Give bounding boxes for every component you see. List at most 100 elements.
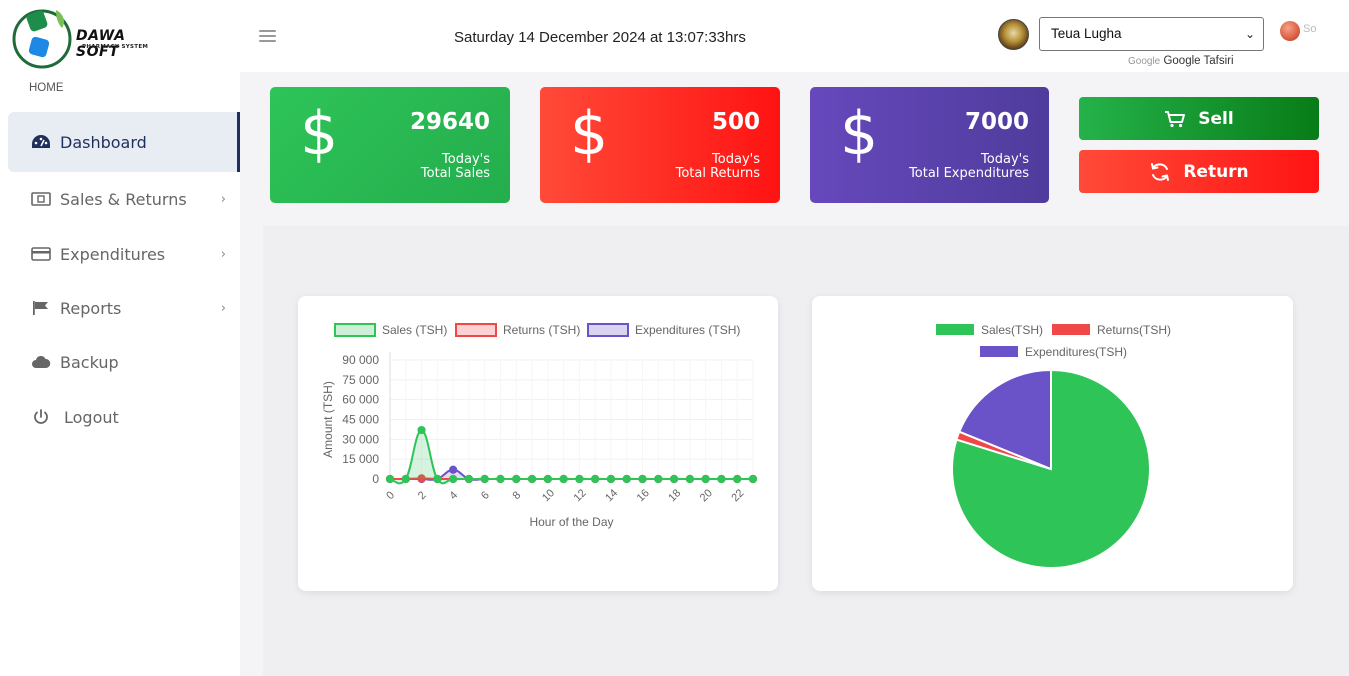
sidebar-item-backup[interactable]: Backup bbox=[8, 332, 240, 392]
data-point bbox=[748, 474, 758, 484]
card-label: Today's Total Sales bbox=[420, 152, 490, 181]
data-point bbox=[733, 474, 742, 484]
language-flag-icon[interactable] bbox=[1280, 21, 1300, 41]
sidebar-item-label: Sales & Returns bbox=[60, 189, 187, 209]
hourly-chart-panel: Sales (TSH) Returns (TSH) Expenditures (TS… bbox=[298, 296, 778, 591]
legend-swatch bbox=[936, 324, 974, 335]
sidebar-item-label: Reports bbox=[60, 298, 122, 318]
y-axis-title: Amount (TSH) bbox=[321, 381, 335, 458]
legend-label: Expenditures(TSH) bbox=[1025, 345, 1127, 359]
card-total-expenditures: $ 7000 Today's Total Expenditures bbox=[810, 87, 1049, 203]
data-point bbox=[480, 474, 489, 484]
sidebar-item-sales-returns[interactable]: Sales & Returns › bbox=[8, 169, 240, 229]
hourly-line-chart: Sales (TSH) Returns (TSH) Expenditures (TS… bbox=[321, 323, 758, 529]
y-tick-label: 90 000 bbox=[342, 353, 379, 367]
chevron-down-icon: ⌄ bbox=[1244, 27, 1255, 41]
legend-label: Sales(TSH) bbox=[981, 323, 1043, 337]
dashboard-icon bbox=[30, 133, 52, 151]
data-point bbox=[496, 474, 505, 484]
legend-swatch bbox=[587, 323, 629, 337]
data-point bbox=[512, 474, 521, 484]
sidebar-item-dashboard[interactable]: Dashboard bbox=[8, 112, 240, 172]
data-point bbox=[606, 474, 616, 484]
sidebar-item-expenditures[interactable]: Expenditures › bbox=[8, 224, 240, 284]
data-point bbox=[685, 474, 694, 484]
sidebar: HOME Dashboard Sales & Returns › Expendi… bbox=[0, 72, 240, 676]
dollar-icon: $ bbox=[840, 99, 879, 169]
return-button-label: Return bbox=[1183, 161, 1249, 182]
language-select[interactable]: Teua Lugha ⌄ bbox=[1039, 17, 1264, 51]
data-point bbox=[591, 474, 600, 484]
y-tick-label: 30 000 bbox=[342, 432, 379, 446]
card-value: 7000 bbox=[964, 109, 1029, 135]
card-value: 29640 bbox=[409, 109, 490, 135]
sidebar-item-label: Logout bbox=[64, 407, 119, 427]
return-button[interactable]: Return bbox=[1079, 150, 1319, 193]
language-select-value: Teua Lugha bbox=[1051, 26, 1122, 41]
x-tick-label: 0 bbox=[384, 489, 397, 502]
menu-toggle-icon[interactable] bbox=[259, 30, 276, 44]
app-logo[interactable]: DAWA SOFT PHARMACY SYSTEM bbox=[12, 4, 172, 70]
data-point bbox=[559, 474, 568, 484]
data-point bbox=[638, 474, 647, 484]
cloud-icon bbox=[30, 353, 52, 371]
sell-button[interactable]: Sell bbox=[1079, 97, 1319, 140]
data-point bbox=[401, 474, 410, 484]
legend-swatch bbox=[1052, 324, 1090, 335]
data-point bbox=[654, 474, 663, 484]
x-tick-label: 12 bbox=[572, 487, 589, 504]
language-code[interactable]: So bbox=[1303, 23, 1316, 35]
data-point bbox=[701, 474, 710, 484]
chevron-right-icon: › bbox=[220, 300, 226, 316]
current-datetime: Saturday 14 December 2024 at 13:07:33hrs bbox=[454, 29, 746, 46]
sidebar-item-label: Dashboard bbox=[60, 132, 147, 152]
google-translate-label: Google Tafsiri bbox=[1163, 55, 1234, 67]
sidebar-item-logout[interactable]: Logout bbox=[8, 387, 240, 447]
legend-swatch bbox=[334, 323, 376, 337]
dollar-icon: $ bbox=[570, 99, 609, 169]
x-axis-title: Hour of the Day bbox=[529, 515, 613, 529]
chevron-right-icon: › bbox=[220, 246, 226, 262]
sidebar-item-label: Backup bbox=[60, 352, 119, 372]
card-label: Today's Total Expenditures bbox=[909, 152, 1029, 181]
y-tick-label: 0 bbox=[372, 472, 379, 486]
dollar-icon: $ bbox=[300, 99, 339, 169]
data-point bbox=[543, 474, 552, 484]
data-point bbox=[527, 474, 537, 484]
totals-pie-chart: Sales(TSH) Returns(TSH) Expenditures(TSH) bbox=[936, 323, 1171, 569]
legend-label: Returns(TSH) bbox=[1097, 323, 1171, 337]
y-tick-label: 45 000 bbox=[342, 413, 379, 427]
chevron-right-icon: › bbox=[220, 191, 226, 207]
user-avatar[interactable] bbox=[998, 19, 1029, 50]
y-tick-label: 75 000 bbox=[342, 373, 379, 387]
sidebar-item-reports[interactable]: Reports › bbox=[8, 278, 240, 338]
data-point bbox=[449, 465, 458, 474]
x-tick-label: 2 bbox=[416, 489, 429, 502]
data-point bbox=[464, 474, 474, 484]
legend-label: Expenditures (TSH) bbox=[635, 323, 740, 337]
x-tick-label: 14 bbox=[603, 487, 620, 504]
data-point bbox=[717, 474, 726, 484]
cart-icon bbox=[1165, 110, 1186, 127]
x-tick-label: 16 bbox=[635, 487, 652, 504]
power-icon bbox=[30, 408, 52, 426]
y-tick-label: 60 000 bbox=[342, 393, 379, 407]
flag-icon bbox=[30, 299, 52, 317]
x-tick-label: 4 bbox=[447, 489, 460, 502]
data-point bbox=[433, 474, 442, 484]
home-label: HOME bbox=[29, 82, 64, 94]
sidebar-item-label: Expenditures bbox=[60, 244, 166, 264]
sell-button-label: Sell bbox=[1198, 108, 1234, 129]
data-point bbox=[669, 474, 679, 484]
card-label: Today's Total Returns bbox=[675, 152, 760, 181]
x-tick-label: 22 bbox=[729, 487, 746, 504]
data-point bbox=[575, 474, 584, 484]
data-point bbox=[622, 474, 631, 484]
data-point bbox=[385, 474, 395, 484]
google-translate-credit[interactable]: Google Google Tafsiri bbox=[1128, 55, 1234, 67]
card-total-returns: $ 500 Today's Total Returns bbox=[540, 87, 780, 203]
refresh-icon bbox=[1151, 162, 1170, 181]
legend-swatch bbox=[980, 346, 1018, 357]
pill-logo-icon bbox=[12, 9, 72, 69]
y-tick-label: 15 000 bbox=[342, 452, 379, 466]
